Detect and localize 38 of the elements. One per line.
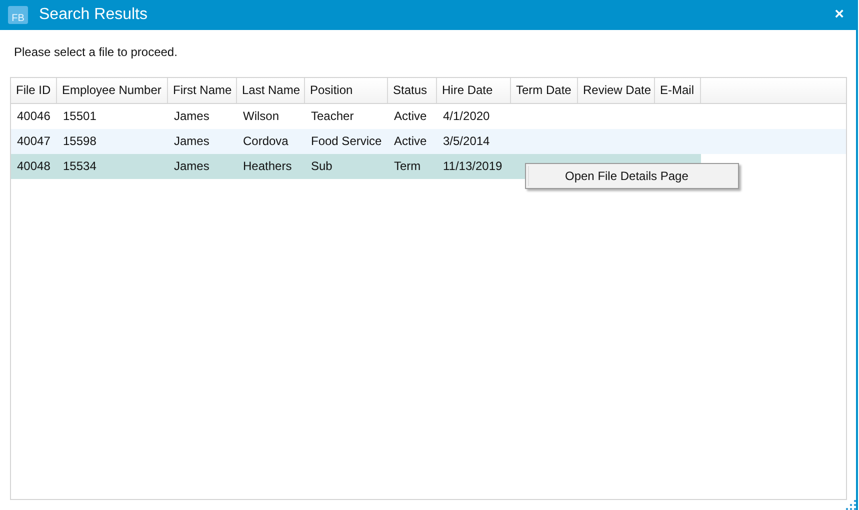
- table-cell: 40048: [17, 159, 50, 173]
- column-header[interactable]: Position: [305, 78, 388, 103]
- column-header[interactable]: First Name: [168, 78, 237, 103]
- table-cell: 40046: [17, 109, 50, 123]
- table-cell: Active: [394, 134, 427, 148]
- table-cell: 40047: [17, 134, 50, 148]
- close-button[interactable]: ×: [830, 6, 848, 24]
- table-row[interactable]: 40046 15501 James Wilson Teacher Active 4/1/2020: [11, 104, 846, 129]
- column-header[interactable]: Last Name: [237, 78, 305, 103]
- table-row[interactable]: 40047 15598 James Cordova Food Service Active 3/5/2014: [11, 129, 846, 154]
- column-header[interactable]: Review Date: [578, 78, 655, 103]
- table-cell: 15501: [63, 109, 96, 123]
- app-icon: FB: [8, 6, 28, 24]
- column-header[interactable]: E-Mail: [655, 78, 701, 103]
- table-cell: 4/1/2020: [443, 109, 490, 123]
- column-header[interactable]: Employee Number: [57, 78, 168, 103]
- table-cell: 15598: [63, 134, 96, 148]
- column-header[interactable]: Hire Date: [437, 78, 511, 103]
- window-title: Search Results: [39, 6, 148, 24]
- table-cell: James: [174, 159, 210, 173]
- table-cell: Food Service: [311, 134, 382, 148]
- column-header[interactable]: File ID: [11, 78, 57, 103]
- instruction-text: Please select a file to proceed.: [14, 45, 178, 59]
- table-cell: Term: [394, 159, 421, 173]
- table-cell: 11/13/2019: [443, 159, 502, 173]
- table-cell: Active: [394, 109, 427, 123]
- table-cell: 15534: [63, 159, 96, 173]
- column-header[interactable]: Term Date: [511, 78, 578, 103]
- table-cell: James: [174, 109, 210, 123]
- table-cell: Heathers: [243, 159, 292, 173]
- table-cell: 3/5/2014: [443, 134, 490, 148]
- table-cell: Sub: [311, 159, 332, 173]
- table-cell: James: [174, 134, 210, 148]
- table-cell: Cordova: [243, 134, 288, 148]
- table-cell: Teacher: [311, 109, 354, 123]
- column-header[interactable]: Status: [388, 78, 437, 103]
- resize-grip-icon[interactable]: [846, 500, 856, 510]
- table-cell: Wilson: [243, 109, 280, 123]
